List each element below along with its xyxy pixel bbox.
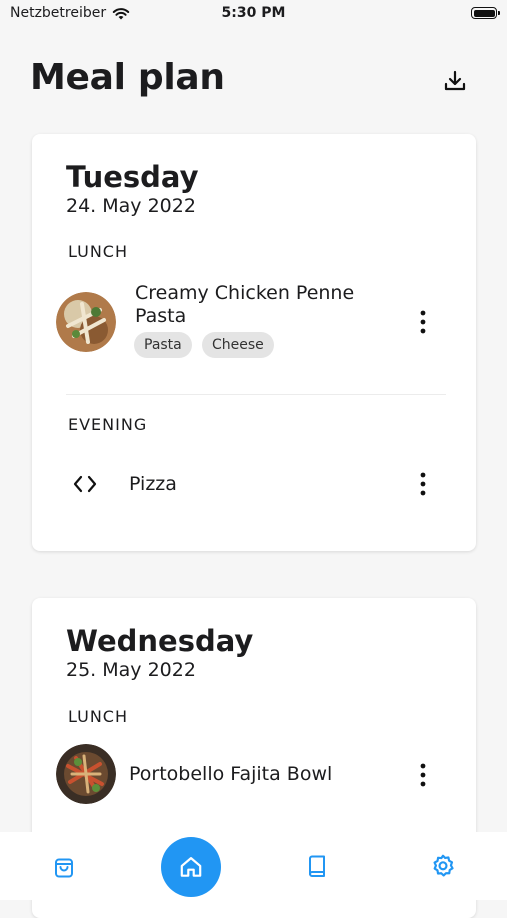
more-options-button[interactable] [415, 307, 431, 337]
shopping-bag-icon [55, 858, 73, 878]
settings-icon [433, 854, 454, 877]
day-date: 25. May 2022 [66, 659, 196, 681]
nav-settings-button[interactable] [428, 851, 458, 881]
day-card-tuesday: Tuesday 24. May 2022 LUNCH Creamy Chicke… [32, 134, 476, 551]
code-icon [73, 475, 97, 493]
meal-thumbnail [56, 744, 116, 804]
slot-label-evening: EVENING [68, 415, 148, 434]
day-name: Wednesday [66, 624, 254, 658]
more-options-button[interactable] [415, 469, 431, 499]
day-date: 24. May 2022 [66, 195, 196, 217]
status-bar: Netzbetreiber 5:30 PM [0, 0, 507, 30]
divider [66, 394, 446, 395]
more-vertical-icon [420, 472, 426, 496]
more-vertical-icon [420, 763, 426, 787]
more-vertical-icon [420, 310, 426, 334]
more-options-button[interactable] [415, 760, 431, 790]
battery-icon [471, 7, 500, 19]
meal-title: Portobello Fajita Bowl [129, 763, 333, 785]
tag-chip: Pasta [134, 332, 192, 358]
day-name: Tuesday [66, 160, 199, 194]
download-icon [444, 70, 466, 91]
meal-row-evening[interactable]: Pizza [32, 464, 476, 504]
nav-recipes-button[interactable] [302, 851, 332, 881]
meal-row-lunch[interactable]: Portobello Fajita Bowl [32, 738, 476, 808]
tag-chip: Cheese [202, 332, 274, 358]
nav-shopping-button[interactable] [49, 853, 79, 883]
nav-home-button[interactable] [161, 837, 221, 897]
meal-row-lunch[interactable]: Creamy Chicken Penne Pasta Pasta Cheese [32, 278, 476, 368]
book-icon [309, 855, 325, 877]
slot-label-lunch: LUNCH [68, 707, 128, 726]
meal-title: Pizza [129, 473, 177, 495]
slot-label-lunch: LUNCH [68, 242, 128, 261]
page-title: Meal plan [30, 57, 225, 98]
home-icon [180, 857, 202, 877]
meal-title: Creamy Chicken Penne Pasta [135, 282, 355, 327]
download-button[interactable] [440, 66, 470, 96]
meal-thumbnail [56, 292, 116, 352]
clock: 5:30 PM [221, 5, 286, 21]
